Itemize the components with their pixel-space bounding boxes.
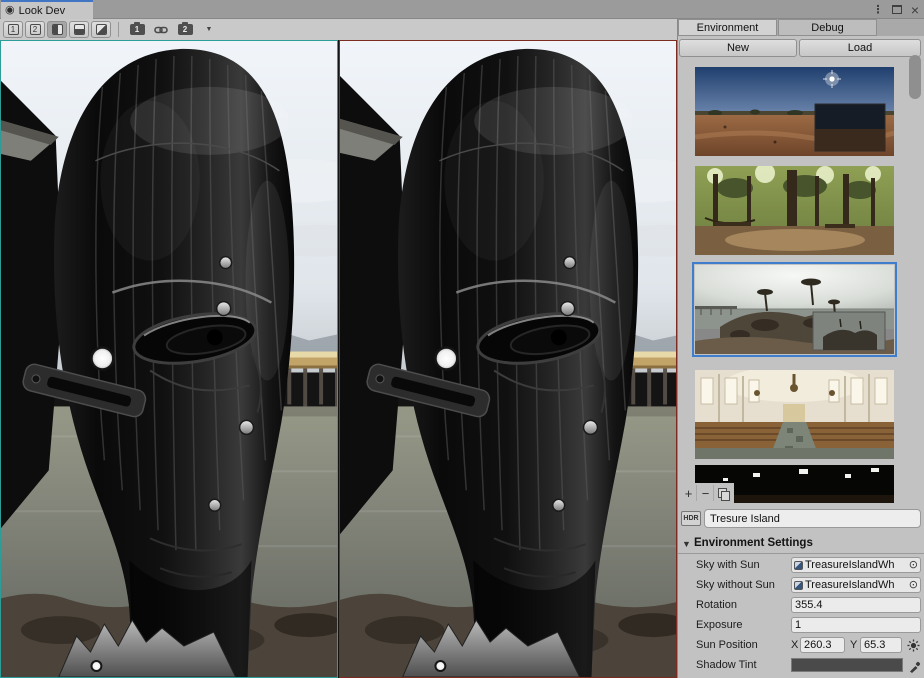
- sky-without-sun-object-field[interactable]: TreasureIslandWh ⊙: [791, 577, 921, 593]
- exposure-row: Exposure: [678, 616, 924, 634]
- thumbnail-scrollbar[interactable]: [909, 55, 921, 99]
- duplicate-hdri-button[interactable]: [715, 485, 731, 501]
- cubemap-icon: [794, 581, 803, 590]
- hdr-name-row: HDR: [678, 508, 924, 529]
- hdri-list-actions: + −: [678, 483, 734, 503]
- lookdev-toolbar: 1 2 1 2 ▼: [0, 19, 677, 40]
- exposure-label: Exposure: [696, 616, 742, 634]
- tab-debug[interactable]: Debug: [778, 19, 877, 36]
- new-button[interactable]: New: [679, 39, 797, 57]
- camera-1-icon: 1: [130, 24, 145, 35]
- sun-y-axis-label: Y: [850, 636, 857, 654]
- cubemap-icon: [794, 561, 803, 570]
- tab-title: Look Dev: [19, 5, 65, 17]
- render-scene-2: [340, 41, 676, 677]
- side-by-side-view-button[interactable]: [47, 21, 67, 38]
- sky-without-sun-row: Sky without Sun TreasureIslandWh ⊙: [678, 576, 924, 594]
- remove-hdri-button[interactable]: −: [698, 485, 714, 501]
- treasure-island-hdri-image: [695, 265, 894, 354]
- eyedropper-icon: [908, 659, 921, 673]
- load-button[interactable]: Load: [799, 39, 921, 57]
- sky-with-sun-row: Sky with Sun TreasureIslandWh ⊙: [678, 556, 924, 574]
- sun-y-field[interactable]: [860, 637, 902, 653]
- exposure-field[interactable]: [791, 617, 921, 633]
- sun-position-label: Sun Position: [696, 636, 758, 654]
- duplicate-icon: [718, 488, 728, 499]
- camera-2-icon: 2: [178, 24, 193, 35]
- environment-panel: Environment Debug New Load: [677, 19, 924, 678]
- island-inset-preview: [813, 312, 885, 350]
- sun-x-field[interactable]: [800, 637, 845, 653]
- render-viewport[interactable]: [0, 40, 677, 678]
- sun-icon: [907, 639, 920, 652]
- desert-inset-preview: [815, 104, 885, 151]
- hdr-badge: HDR: [681, 511, 701, 526]
- object-picker-icon[interactable]: ⊙: [909, 560, 918, 571]
- panel-tab-strip: Environment Debug: [678, 19, 924, 36]
- forest-hdri-image: [695, 166, 894, 255]
- camera-2-button[interactable]: 2: [174, 21, 196, 38]
- sky-with-sun-object-field[interactable]: TreasureIslandWh ⊙: [791, 557, 921, 573]
- render-view-1[interactable]: [0, 40, 338, 678]
- vertical-split-icon: [52, 24, 63, 35]
- single-view-2-button[interactable]: 2: [25, 21, 45, 38]
- shadow-tint-row: Shadow Tint: [678, 656, 924, 674]
- add-hdri-button[interactable]: +: [681, 485, 697, 501]
- chevron-down-icon: ▼: [206, 26, 213, 33]
- hdri-thumbnail-treasure-island[interactable]: [695, 265, 894, 354]
- desert-hdri-image: [695, 67, 894, 156]
- hdri-thumbnail-forest[interactable]: [695, 166, 894, 255]
- title-bar: ◉ Look Dev ⋮ ×: [0, 0, 924, 19]
- church-hdri-image: [695, 370, 894, 459]
- shadow-tint-swatch[interactable]: [791, 658, 903, 672]
- tab-environment[interactable]: Environment: [678, 19, 777, 36]
- tab-look-dev[interactable]: ◉ Look Dev: [1, 0, 93, 19]
- link-cameras-button[interactable]: [150, 21, 172, 38]
- rotation-row: Rotation: [678, 596, 924, 614]
- sky-without-sun-label: Sky without Sun: [696, 576, 775, 594]
- window-menu-icon[interactable]: ⋮: [870, 0, 886, 19]
- lookdev-eye-icon: ◉: [5, 5, 15, 16]
- foldout-triangle-icon[interactable]: ▼: [682, 539, 691, 549]
- hdr-name-field[interactable]: [704, 509, 921, 528]
- rotation-label: Rotation: [696, 596, 737, 614]
- shadow-tint-label: Shadow Tint: [696, 656, 757, 674]
- camera-1-button[interactable]: 1: [126, 21, 148, 38]
- eyedropper-button[interactable]: [907, 658, 922, 673]
- lookdev-window: ◉ Look Dev ⋮ × 1 2 1 2 ▼: [0, 0, 924, 678]
- rotation-field[interactable]: [791, 597, 921, 613]
- sky-with-sun-label: Sky with Sun: [696, 556, 760, 574]
- sun-gizmo-button[interactable]: [906, 638, 921, 653]
- sun-position-row: Sun Position X Y: [678, 636, 924, 654]
- hdri-thumbnail-church[interactable]: [695, 370, 894, 459]
- toolbar-separator: [118, 22, 119, 37]
- link-icon: [154, 26, 168, 34]
- split-view-button[interactable]: [69, 21, 89, 38]
- hdri-thumbnail-desert[interactable]: [695, 67, 894, 156]
- camera-dropdown-button[interactable]: ▼: [198, 21, 220, 38]
- render-view-2[interactable]: [339, 40, 677, 678]
- environment-settings-title: Environment Settings: [694, 537, 813, 549]
- close-icon[interactable]: ×: [907, 0, 923, 19]
- horizontal-split-icon: [74, 24, 85, 35]
- environment-settings-header[interactable]: ▼ Environment Settings: [678, 536, 924, 554]
- sun-x-axis-label: X: [791, 636, 798, 654]
- zone-view-button[interactable]: [91, 21, 111, 38]
- maximize-icon[interactable]: [889, 0, 905, 19]
- object-picker-icon[interactable]: ⊙: [909, 580, 918, 591]
- single-view-1-button[interactable]: 1: [3, 21, 23, 38]
- hdri-thumbnail-list: [678, 60, 924, 503]
- render-scene-1: [1, 41, 337, 677]
- diagonal-split-icon: [96, 24, 107, 35]
